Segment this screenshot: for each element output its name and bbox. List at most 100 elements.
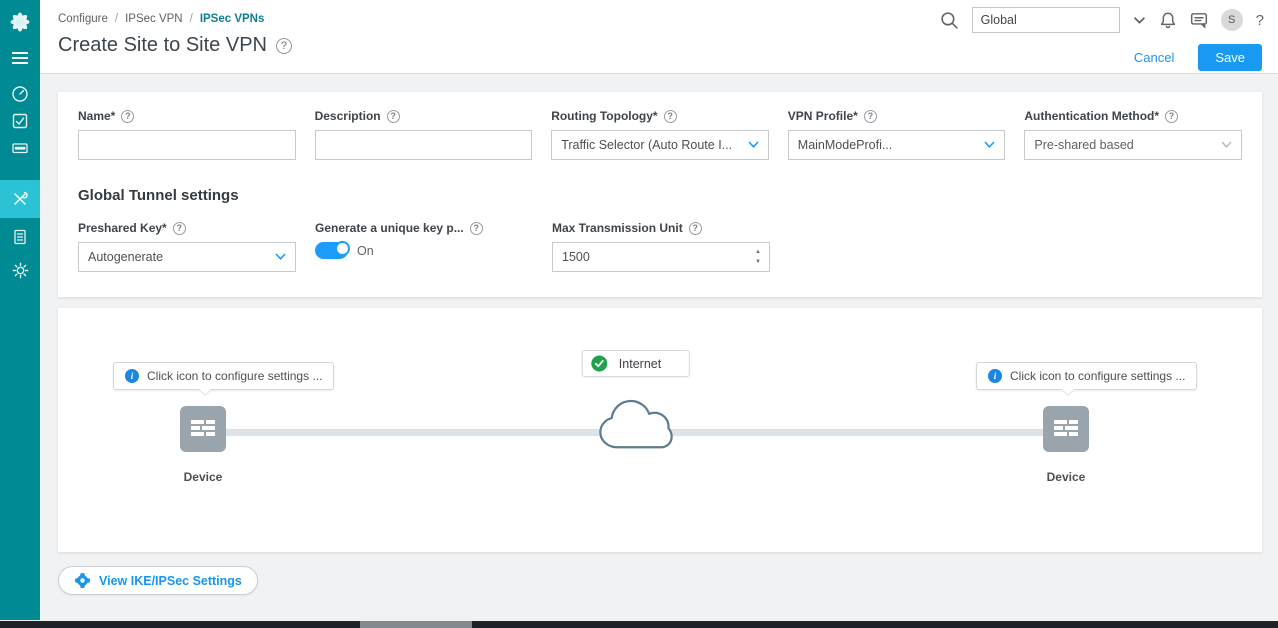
feedback-chat-icon[interactable] bbox=[1190, 11, 1208, 29]
page-content: Name* ? Description ? Routing Topology* bbox=[40, 74, 1278, 620]
sidebar-item-settings[interactable] bbox=[0, 259, 40, 281]
view-ike-ipsec-settings-label: View IKE/IPSec Settings bbox=[99, 574, 242, 588]
description-input[interactable] bbox=[315, 130, 533, 160]
routing-topology-value: Traffic Selector (Auto Route I... bbox=[561, 138, 732, 152]
breadcrumb-configure[interactable]: Configure bbox=[58, 13, 108, 25]
preshared-key-select[interactable]: Autogenerate bbox=[78, 242, 296, 272]
name-input[interactable] bbox=[78, 130, 296, 160]
chevron-down-icon bbox=[984, 141, 995, 149]
unique-key-toggle[interactable] bbox=[315, 242, 348, 259]
breadcrumb-separator: / bbox=[115, 13, 118, 25]
success-check-icon bbox=[591, 355, 608, 372]
cancel-button[interactable]: Cancel bbox=[1134, 50, 1174, 65]
save-button[interactable]: Save bbox=[1198, 44, 1262, 71]
bottom-scrollbar-thumb bbox=[360, 621, 472, 628]
routing-topology-label: Routing Topology* bbox=[551, 109, 657, 123]
left-tooltip-text: Click icon to configure settings ... bbox=[147, 369, 322, 383]
vpn-profile-value: MainModeProfi... bbox=[798, 138, 892, 152]
breadcrumb-ipsec-vpns[interactable]: IPSec VPNs bbox=[200, 13, 265, 25]
mtu-increment-button[interactable]: ▲ bbox=[755, 249, 761, 255]
form-row-tunnel: Preshared Key* ? Autogenerate Generate a… bbox=[78, 221, 1242, 272]
sidebar-item-configure[interactable] bbox=[0, 180, 40, 218]
header-actions: Cancel Save bbox=[1134, 44, 1262, 71]
right-tooltip-text: Click icon to configure settings ... bbox=[1010, 369, 1185, 383]
mtu-decrement-button[interactable]: ▼ bbox=[755, 259, 761, 265]
right-device-tooltip: i Click icon to configure settings ... bbox=[976, 362, 1197, 390]
name-help-icon[interactable]: ? bbox=[121, 110, 134, 123]
chevron-down-icon bbox=[1221, 141, 1232, 149]
notifications-bell-icon[interactable] bbox=[1159, 11, 1177, 30]
preshared-key-value: Autogenerate bbox=[88, 250, 163, 264]
mtu-input[interactable] bbox=[552, 242, 770, 272]
unique-key-toggle-state: On bbox=[357, 244, 374, 258]
title-help-icon[interactable]: ? bbox=[276, 38, 292, 54]
form-row-main: Name* ? Description ? Routing Topology* bbox=[78, 109, 1242, 160]
preshared-key-help-icon[interactable]: ? bbox=[173, 222, 186, 235]
menu-hamburger-icon[interactable] bbox=[0, 47, 40, 69]
scope-selector-input[interactable] bbox=[972, 7, 1120, 33]
description-label: Description bbox=[315, 109, 381, 123]
firewall-bricks-icon bbox=[191, 420, 215, 438]
vpn-topology-panel: Internet i Click icon to configure setti… bbox=[58, 308, 1262, 552]
authentication-method-label: Authentication Method* bbox=[1024, 109, 1159, 123]
sidebar bbox=[0, 0, 40, 620]
internet-cloud-icon bbox=[597, 396, 675, 454]
checkbox-check-icon bbox=[11, 112, 29, 130]
breadcrumb-ipsec-vpn[interactable]: IPSec VPN bbox=[125, 13, 183, 25]
help-icon[interactable]: ? bbox=[1256, 12, 1264, 29]
left-device-icon[interactable] bbox=[180, 406, 226, 452]
breadcrumb-separator: / bbox=[190, 13, 193, 25]
mtu-help-icon[interactable]: ? bbox=[689, 222, 702, 235]
chevron-down-icon[interactable] bbox=[1133, 16, 1146, 25]
document-icon bbox=[11, 228, 29, 246]
search-icon[interactable] bbox=[940, 11, 959, 30]
flower-logo-icon bbox=[6, 8, 34, 36]
chevron-down-icon bbox=[748, 141, 759, 149]
page-header: Configure / IPSec VPN / IPSec VPNs bbox=[40, 0, 1278, 74]
routing-topology-help-icon[interactable]: ? bbox=[664, 110, 677, 123]
name-label: Name* bbox=[78, 109, 115, 123]
authentication-method-select[interactable]: Pre-shared based bbox=[1024, 130, 1242, 160]
internet-label: Internet bbox=[619, 357, 661, 371]
avatar-initial: S bbox=[1228, 14, 1235, 26]
field-preshared-key: Preshared Key* ? Autogenerate bbox=[78, 221, 296, 272]
mtu-spinner: ▲ ▼ bbox=[747, 243, 769, 271]
sidebar-item-cli[interactable] bbox=[0, 138, 40, 158]
header-toolbar: S ? bbox=[940, 7, 1264, 33]
user-avatar[interactable]: S bbox=[1221, 9, 1243, 31]
right-device-icon[interactable] bbox=[1043, 406, 1089, 452]
sidebar-item-tasks[interactable] bbox=[0, 111, 40, 131]
global-tunnel-settings-heading: Global Tunnel settings bbox=[78, 187, 1242, 204]
vpn-profile-select[interactable]: MainModeProfi... bbox=[788, 130, 1006, 160]
description-help-icon[interactable]: ? bbox=[387, 110, 400, 123]
left-device-label: Device bbox=[153, 470, 253, 484]
chevron-down-icon bbox=[275, 253, 286, 261]
vpn-profile-label: VPN Profile* bbox=[788, 109, 858, 123]
field-authentication-method: Authentication Method* ? Pre-shared base… bbox=[1024, 109, 1242, 160]
field-routing-topology: Routing Topology* ? Traffic Selector (Au… bbox=[551, 109, 769, 160]
authentication-method-help-icon[interactable]: ? bbox=[1165, 110, 1178, 123]
page-title-text: Create Site to Site VPN bbox=[58, 34, 267, 57]
breadcrumb: Configure / IPSec VPN / IPSec VPNs bbox=[58, 13, 264, 25]
info-icon: i bbox=[988, 369, 1002, 383]
unique-key-label: Generate a unique key p... bbox=[315, 221, 464, 235]
left-device-tooltip: i Click icon to configure settings ... bbox=[113, 362, 334, 390]
vpn-profile-help-icon[interactable]: ? bbox=[864, 110, 877, 123]
app-logo-icon[interactable] bbox=[0, 2, 40, 42]
tools-icon bbox=[11, 190, 29, 208]
sidebar-item-events[interactable] bbox=[0, 227, 40, 247]
gear-icon bbox=[12, 262, 29, 279]
firewall-bricks-icon bbox=[1054, 420, 1078, 438]
gear-icon bbox=[74, 572, 91, 589]
sidebar-item-dashboard[interactable] bbox=[0, 84, 40, 104]
authentication-method-value: Pre-shared based bbox=[1034, 138, 1133, 152]
field-mtu: Max Transmission Unit ? ▲ ▼ bbox=[552, 221, 770, 272]
gauge-icon bbox=[11, 85, 29, 103]
field-vpn-profile: VPN Profile* ? MainModeProfi... bbox=[788, 109, 1006, 160]
field-description: Description ? bbox=[315, 109, 533, 160]
routing-topology-select[interactable]: Traffic Selector (Auto Route I... bbox=[551, 130, 769, 160]
view-ike-ipsec-settings-button[interactable]: View IKE/IPSec Settings bbox=[58, 566, 258, 595]
unique-key-help-icon[interactable]: ? bbox=[470, 222, 483, 235]
preshared-key-label: Preshared Key* bbox=[78, 221, 167, 235]
bottom-edge-bar bbox=[0, 621, 1278, 628]
